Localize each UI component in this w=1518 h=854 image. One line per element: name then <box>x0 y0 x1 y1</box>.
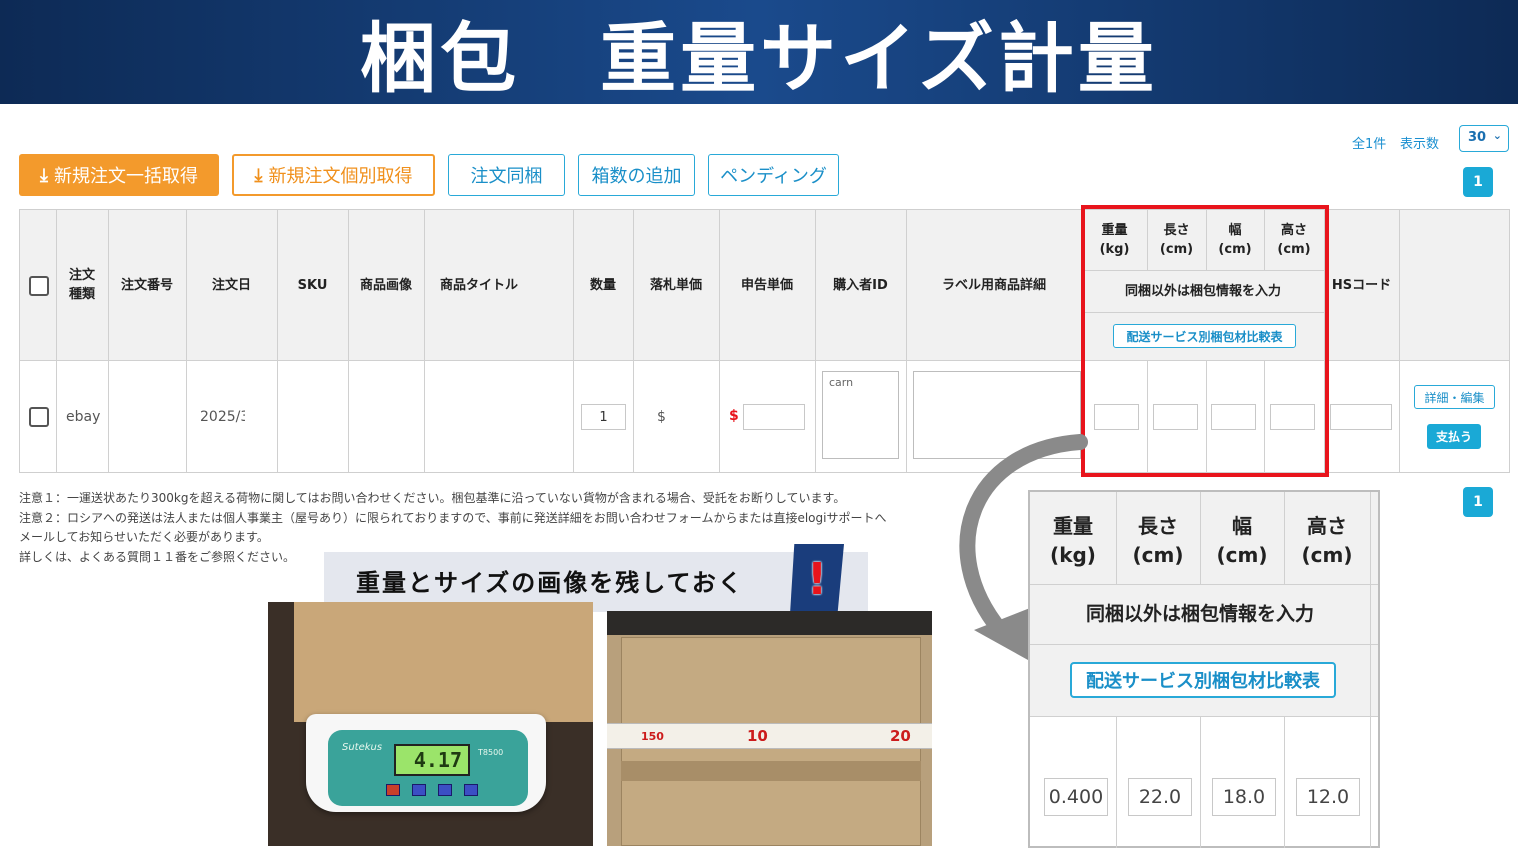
bulk-fetch-label: 新規注文一括取得 <box>53 166 198 187</box>
zoom-panel: 重量 (kg) 長さ (cm) 幅 (cm) 高さ (cm) 同梱以外は梱包情報… <box>1028 490 1380 848</box>
callout-text: 重量とサイズの画像を残しておく <box>356 569 744 597</box>
scale-button <box>438 784 452 796</box>
zoom-width-input[interactable]: 18.0 <box>1212 778 1276 816</box>
highlight-box <box>1081 205 1329 477</box>
zoom-height-input[interactable]: 12.0 <box>1296 778 1360 816</box>
note-3: メールしてお知らせいただく必要があります。 <box>19 530 269 544</box>
scale-button <box>386 784 400 796</box>
download-icon: ⤓ <box>40 164 48 186</box>
quantity-input[interactable]: 1 <box>581 404 626 430</box>
header-order-type: 注文 種類 <box>68 268 95 302</box>
single-fetch-button[interactable]: ⤓ 新規注文個別取得 <box>232 154 435 196</box>
scale-button <box>412 784 426 796</box>
page-title: 梱包 重量サイズ計量 <box>360 14 1158 103</box>
zoom-weight-input[interactable]: 0.400 <box>1044 778 1108 816</box>
header-order-no: 注文番号 <box>120 278 173 293</box>
tape-number: 20 <box>890 727 911 745</box>
note-2: 注意２：ロシアへの発送は法人または個人事業主（屋号あり）に限られておりますので、… <box>19 511 887 525</box>
scale-brand: Sutekus <box>342 742 383 753</box>
add-boxes-button[interactable]: 箱数の追加 <box>578 154 695 196</box>
scale-display: 4.17 <box>394 744 470 776</box>
bulk-fetch-button[interactable]: ⤓ 新規注文一括取得 <box>19 154 219 196</box>
zoom-header-height: 高さ (cm) <box>1301 514 1353 567</box>
order-type-value: ebay <box>66 409 101 425</box>
note-4: 詳しくは、よくある質問１１番をご参照ください。 <box>19 550 296 564</box>
measuring-tape: 150 10 20 <box>607 723 932 749</box>
exclamation-mark: ! <box>806 553 828 605</box>
merge-orders-button[interactable]: 注文同梱 <box>448 154 565 196</box>
per-page-label: 表示数 <box>1400 137 1440 152</box>
header-image: 商品画像 <box>359 278 412 293</box>
note-1: 注意１：一運送状あたり300kgを超える荷物に関してはお問い合わせください。梱包… <box>19 491 846 505</box>
header-buyer: 購入者ID <box>833 278 888 293</box>
pay-button[interactable]: 支払う <box>1427 424 1481 449</box>
zoom-compare-button[interactable]: 配送サービス別梱包材比較表 <box>1070 662 1336 698</box>
cardboard-box <box>294 602 593 722</box>
price-currency: $ <box>657 409 666 425</box>
select-all-checkbox[interactable] <box>29 276 49 296</box>
page-button-bottom[interactable]: 1 <box>1463 487 1493 517</box>
chevron-down-icon: ⌄ <box>1492 129 1502 142</box>
zoom-header-weight: 重量 (kg) <box>1050 514 1096 567</box>
buyer-id-textarea[interactable]: carn <box>822 371 899 459</box>
page-button-top[interactable]: 1 <box>1463 167 1493 197</box>
download-icon: ⤓ <box>254 164 263 186</box>
per-page-select[interactable]: 30 ⌄ <box>1459 125 1509 152</box>
zoom-length-input[interactable]: 22.0 <box>1128 778 1192 816</box>
box-background <box>607 611 932 635</box>
declared-currency: $ <box>729 408 739 424</box>
header-hs-code: HSコード <box>1331 278 1392 293</box>
total-count: 全1件 <box>1352 137 1387 152</box>
tape-number: 150 <box>641 730 664 743</box>
header-label-detail: ラベル用商品詳細 <box>941 278 1046 293</box>
row-checkbox[interactable] <box>29 407 49 427</box>
exclamation-icon: ! <box>790 544 844 614</box>
tape-number: 10 <box>747 727 768 745</box>
title-banner: 梱包 重量サイズ計量 <box>0 0 1518 104</box>
zoom-header-length: 長さ (cm) <box>1132 514 1184 567</box>
declared-price-input[interactable] <box>743 404 805 430</box>
scale-model: T8500 <box>478 748 504 757</box>
single-fetch-label: 新規注文個別取得 <box>268 166 413 187</box>
hs-code-input[interactable] <box>1330 404 1392 430</box>
per-page-value: 30 <box>1468 130 1487 145</box>
header-qty: 数量 <box>589 278 616 293</box>
header-price: 落札単価 <box>649 278 702 293</box>
pending-button[interactable]: ペンディング <box>708 154 839 196</box>
scale-photo: Sutekus T8500 4.17 <box>268 602 593 846</box>
box-tape <box>621 761 921 781</box>
order-date-value: 2025/3 <box>200 409 245 425</box>
zoom-header-width: 幅 (cm) <box>1216 514 1268 567</box>
box-photo: 150 10 20 <box>607 611 932 846</box>
header-order-date: 注文日 <box>211 278 251 293</box>
header-declared: 申告単価 <box>740 278 793 293</box>
header-sku: SKU <box>297 278 328 293</box>
scale-button <box>464 784 478 796</box>
detail-edit-button[interactable]: 詳細・編集 <box>1414 385 1495 409</box>
header-title: 商品タイトル <box>439 278 518 293</box>
zoom-packing-note: 同梱以外は梱包情報を入力 <box>1085 603 1314 625</box>
